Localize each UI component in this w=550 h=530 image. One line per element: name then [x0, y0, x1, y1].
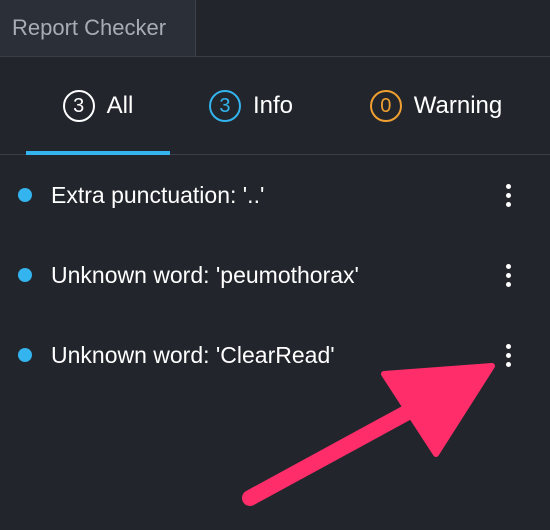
filter-tab-label: Info: [252, 91, 294, 119]
panel-tab-report-checker[interactable]: Report Checker: [0, 0, 196, 56]
more-vertical-icon[interactable]: [497, 260, 519, 290]
issue-text: Unknown word: 'ClearRead': [51, 341, 335, 368]
issue-list: Extra punctuation: '..' Unknown word: 'p…: [0, 155, 550, 395]
filter-tab-warning[interactable]: 0 Warning: [356, 57, 516, 154]
filter-tab-label: Warning: [413, 91, 503, 119]
more-vertical-icon[interactable]: [497, 340, 519, 370]
filter-tabs: 3 All 3 Info 0 Warning: [0, 57, 550, 155]
report-checker-panel: Report Checker 3 All 3 Info 0 Warning Ex…: [0, 0, 550, 530]
issue-text: Extra punctuation: '..': [51, 181, 265, 208]
count-badge: 3: [208, 89, 241, 122]
info-severity-dot-icon: [18, 188, 32, 202]
issue-row[interactable]: Unknown word: 'peumothorax': [0, 235, 550, 315]
info-severity-dot-icon: [18, 268, 32, 282]
issue-row[interactable]: Unknown word: 'ClearRead': [0, 315, 550, 395]
panel-header: Report Checker: [0, 0, 550, 57]
issue-row[interactable]: Extra punctuation: '..': [0, 155, 550, 235]
filter-tab-all[interactable]: 3 All: [26, 57, 170, 155]
info-severity-dot-icon: [18, 348, 32, 362]
more-vertical-icon[interactable]: [497, 180, 519, 210]
filter-tab-label: All: [106, 91, 134, 119]
filter-tab-info[interactable]: 3 Info: [196, 57, 306, 154]
issue-text: Unknown word: 'peumothorax': [51, 261, 359, 288]
count-badge: 0: [369, 89, 402, 122]
count-badge: 3: [62, 89, 95, 122]
